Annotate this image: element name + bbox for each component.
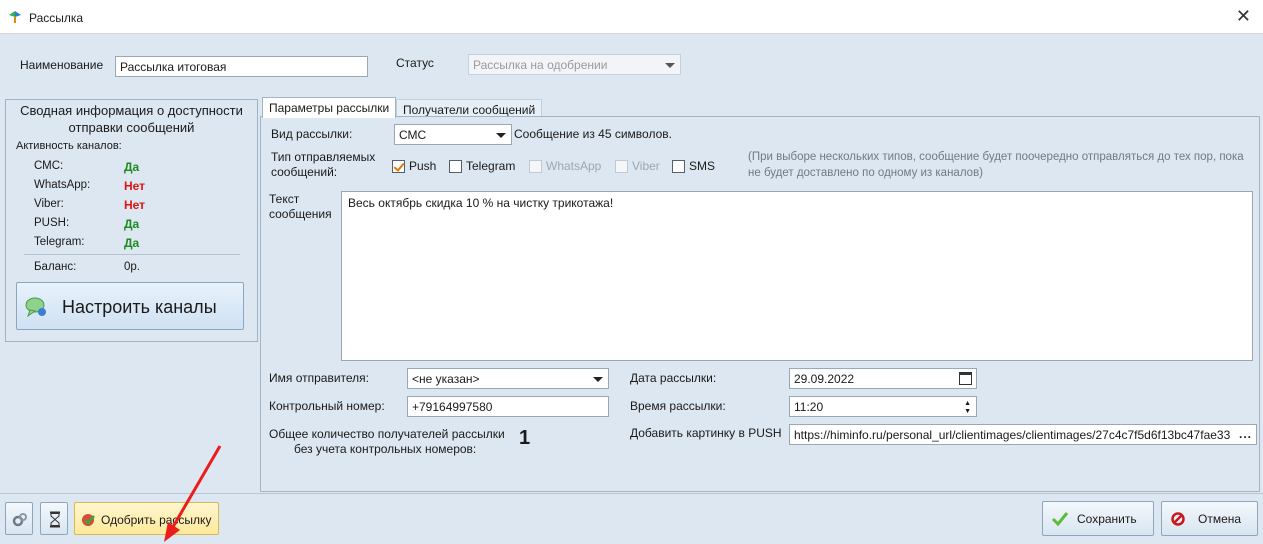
control-number-input[interactable]: +79164997580 [407, 396, 609, 417]
gears-icon [12, 513, 27, 527]
sms-checkbox-label: SMS [689, 159, 716, 173]
sms-bubble-icon [25, 297, 46, 318]
message-types-hint: (При выборе нескольких типов, сообщение … [748, 151, 1244, 179]
telegram-checkbox[interactable] [449, 160, 462, 173]
sender-value: <не указан> [412, 372, 480, 386]
channel-name-sms: СМС: [34, 160, 64, 172]
whatsapp-checkbox-label: WhatsApp [546, 159, 602, 173]
message-text-area[interactable]: Весь октябрь скидка 10 % на чистку трико… [341, 191, 1253, 361]
mailing-type-value: СМС [399, 128, 427, 142]
push-picture-label: Добавить картинку в PUSH [630, 426, 782, 440]
setup-channels-button[interactable]: Настроить каналы [16, 282, 244, 330]
status-value: Рассылка на одобрении [473, 58, 608, 72]
sender-label: Имя отправителя: [269, 371, 370, 385]
title-bar: Рассылка ✕ [0, 0, 1263, 34]
push-checkbox-label: Push [409, 159, 437, 173]
channel-status-push: Да [124, 217, 140, 231]
summary-divider [24, 254, 240, 255]
spin-up-icon[interactable]: ▲ [964, 400, 971, 407]
push-checkbox[interactable] [392, 160, 405, 173]
spin-down-icon[interactable]: ▼ [964, 408, 971, 415]
parameters-tab-panel: Вид рассылки: СМС Сообщение из 45 символ… [260, 116, 1260, 492]
chevron-down-icon [665, 63, 675, 68]
activity-label: Активность каналов: [16, 140, 122, 152]
recipients-count-label-line2: без учета контрольных номеров: [294, 442, 477, 456]
cancel-label: Отмена [1198, 512, 1242, 526]
checkmark-icon [1051, 512, 1069, 527]
channel-name-push: PUSH: [34, 217, 70, 229]
hourglass-icon [50, 511, 60, 528]
recipients-count-label-line1: Общее количество получателей рассылки [269, 427, 505, 441]
close-icon[interactable]: ✕ [1236, 6, 1251, 27]
name-label: Наименование [20, 58, 104, 72]
tab-recipients[interactable]: Получатели сообщений [396, 99, 543, 117]
chevron-down-icon [496, 133, 506, 138]
tab-parameters[interactable]: Параметры рассылки [262, 97, 397, 118]
time-value: 11:20 [794, 400, 824, 414]
setup-channels-label: Настроить каналы [62, 297, 217, 317]
channels-summary-panel: Сводная информация о доступности отправк… [5, 99, 258, 342]
channel-name-telegram: Telegram: [34, 236, 85, 248]
message-text-label-line1: Текст [269, 192, 300, 206]
mailing-type-label: Вид рассылки: [271, 127, 353, 141]
settings-button[interactable] [5, 502, 33, 535]
app-logo-icon [9, 11, 21, 23]
approve-icon [82, 514, 95, 526]
control-number-label: Контрольный номер: [269, 399, 385, 413]
name-input[interactable]: Рассылка итоговая [115, 56, 368, 77]
date-picker[interactable]: 29.09.2022 [789, 368, 977, 389]
time-picker[interactable]: 11:20 ▲ ▼ [789, 396, 977, 417]
summary-header: Сводная информация о доступности отправк… [6, 102, 257, 136]
viber-checkbox-label: Viber [632, 159, 660, 173]
mailing-type-select[interactable]: СМС [394, 124, 512, 145]
telegram-checkbox-label: Telegram [466, 159, 516, 173]
window-body: Наименование Рассылка итоговая Статус Ра… [0, 34, 1263, 542]
time-label: Время рассылки: [630, 399, 726, 413]
push-picture-input[interactable]: https://himinfo.ru/personal_url/clientim… [789, 424, 1257, 445]
recipients-count: 1 [519, 427, 531, 449]
channel-status-sms: Да [124, 160, 140, 174]
date-value: 29.09.2022 [794, 372, 855, 386]
channel-status-telegram: Да [124, 236, 140, 250]
chevron-down-icon [593, 377, 603, 382]
sender-select[interactable]: <не указан> [407, 368, 609, 389]
save-label: Сохранить [1077, 512, 1137, 526]
balance-value: 0р. [124, 261, 140, 273]
channel-name-viber: Viber: [34, 198, 64, 210]
window-title: Рассылка [29, 11, 84, 25]
browse-button[interactable]: ... [1239, 427, 1252, 441]
cancel-button[interactable]: Отмена [1161, 501, 1258, 536]
calendar-icon[interactable] [959, 372, 972, 385]
sms-checkbox[interactable] [672, 160, 685, 173]
balance-label: Баланс: [34, 261, 77, 273]
channel-status-viber: Нет [124, 198, 146, 212]
status-label: Статус [396, 56, 434, 70]
summary-header-line2: отправки сообщений [68, 120, 195, 135]
viber-checkbox [615, 160, 628, 173]
status-select: Рассылка на одобрении [468, 54, 681, 75]
push-picture-url: https://himinfo.ru/personal_url/clientim… [794, 428, 1231, 442]
save-button[interactable]: Сохранить [1042, 501, 1154, 536]
cancel-icon [1171, 512, 1185, 526]
message-length-info: Сообщение из 45 символов. [514, 127, 672, 141]
channel-name-whatsapp: WhatsApp: [34, 179, 91, 191]
message-types-label-line2: сообщений: [271, 165, 338, 179]
message-types-label-line1: Тип отправляемых [271, 150, 376, 164]
channel-status-whatsapp: Нет [124, 179, 146, 193]
whatsapp-checkbox [529, 160, 542, 173]
date-label: Дата рассылки: [630, 371, 717, 385]
summary-header-line1: Сводная информация о доступности [20, 103, 243, 118]
history-button[interactable] [40, 502, 68, 535]
message-text-label-line2: сообщения [269, 207, 332, 221]
red-arrow-annotation [164, 445, 222, 542]
